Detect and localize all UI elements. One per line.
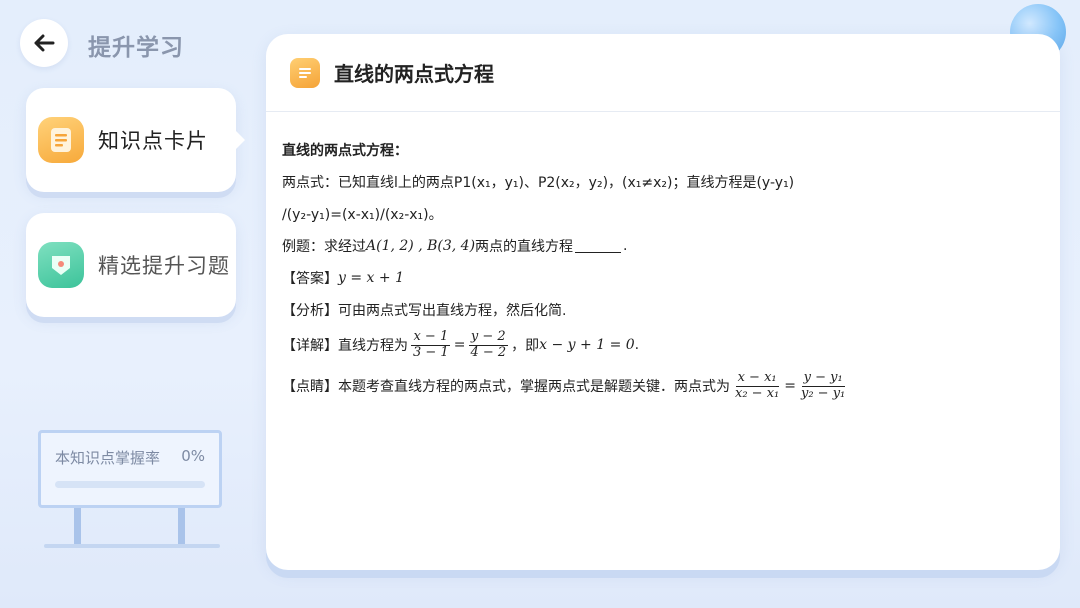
content-header: 直线的两点式方程	[266, 34, 1060, 112]
example-suffix: 两点的直线方程	[475, 239, 574, 255]
answer-blank	[575, 239, 622, 253]
detail-label: 【详解】直线方程为	[282, 338, 408, 354]
point-label: 【点睛】本题考查直线方程的两点式，掌握两点式是解题关键．两点式为	[282, 379, 730, 395]
mastery-progress-bar	[55, 481, 205, 488]
detail-line: 【详解】直线方程为 x − 1 3 − 1 = y − 2 4 − 2 ，即 x…	[282, 328, 640, 360]
mastery-label: 本知识点掌握率	[55, 449, 161, 467]
page-title: 提升学习	[88, 35, 184, 61]
board-ground	[44, 544, 220, 548]
detail-mid: ，即	[511, 338, 540, 354]
section-heading: 直线的两点式方程：	[282, 143, 408, 159]
fraction: y − 2 4 − 2	[468, 328, 508, 360]
detail-result: x − y + 1 = 0	[539, 337, 635, 353]
content-title: 直线的两点式方程	[334, 62, 494, 86]
board-leg	[178, 508, 185, 546]
example-prefix: 例题：求经过	[282, 239, 366, 255]
fraction: x − x₁ x₂ − x₁	[735, 369, 780, 401]
sidebar-item-knowledge-card[interactable]: 知识点卡片	[26, 88, 245, 192]
answer-math: y = x + 1	[338, 270, 404, 286]
mastery-board: 本知识点掌握率 0%	[38, 430, 222, 508]
answer-line: 【答案】 y = x + 1	[282, 262, 1044, 294]
example-line: 例题：求经过 A(1, 2) , B(3, 4) 两点的直线方程 .	[282, 238, 628, 255]
fraction: y − y₁ y₂ − y₁	[800, 369, 846, 401]
point-line: 【点睛】本题考查直线方程的两点式，掌握两点式是解题关键．两点式为 x − x₁ …	[282, 369, 846, 401]
content-body: 直线的两点式方程： 两点式：已知直线l上的两点P1(x₁，y₁)、P2(x₂，y…	[266, 112, 1060, 408]
sidebar-item-label: 知识点卡片	[98, 129, 208, 153]
mastery-value: 0%	[181, 447, 205, 465]
fraction: x − 1 3 − 1	[411, 328, 451, 360]
notebook-icon	[290, 57, 320, 88]
answer-label: 【答案】	[282, 271, 338, 287]
arrow-left-icon	[34, 34, 55, 52]
example-points: A(1, 2) , B(3, 4)	[366, 238, 476, 254]
analysis-line: 【分析】可由两点式写出直线方程，然后化简.	[282, 303, 567, 319]
notebook-icon	[38, 117, 84, 163]
back-button[interactable]	[20, 19, 68, 67]
formula-line-1: 两点式：已知直线l上的两点P1(x₁，y₁)、P2(x₂，y₂)，(x₁≠x₂)…	[282, 175, 795, 191]
shield-star-icon	[38, 242, 84, 288]
board-leg	[74, 508, 81, 546]
sidebar-item-exercises[interactable]: 精选提升习题	[26, 213, 236, 317]
formula-line-2: /(y₂-y₁)=(x-x₁)/(x₂-x₁)。	[282, 207, 443, 223]
sidebar-item-label: 精选提升习题	[98, 254, 230, 278]
content-panel: 直线的两点式方程 直线的两点式方程： 两点式：已知直线l上的两点P1(x₁，y₁…	[266, 34, 1060, 570]
